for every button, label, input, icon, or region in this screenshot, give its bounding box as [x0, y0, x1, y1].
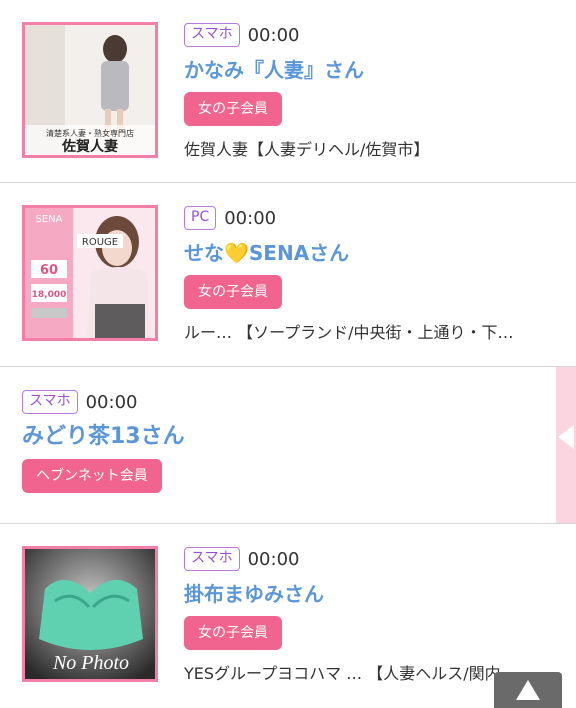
- svg-text:18,000: 18,000: [32, 290, 67, 300]
- svg-text:No Photo: No Photo: [52, 652, 129, 674]
- svg-text:SENA: SENA: [36, 214, 63, 225]
- timestamp: 00:00: [247, 548, 300, 570]
- shop-info: 佐賀人妻【人妻デリヘル/佐賀市】: [184, 140, 430, 159]
- member-badge: 女の子会員: [184, 275, 282, 309]
- device-badge: スマホ: [184, 23, 240, 47]
- arrow-up-icon: [516, 680, 540, 700]
- profile-name-link[interactable]: せな💛SENAさん: [184, 239, 562, 267]
- list-item[interactable]: No Photo スマホ 00:00 掛布まゆみさん 女の子会員 YESグループ…: [0, 524, 576, 708]
- timestamp: 00:00: [224, 207, 277, 229]
- list-item[interactable]: 清楚系人妻・熟女専門店 佐賀人妻 スマホ 00:00 かなみ『人妻』さん 女の子…: [0, 0, 576, 183]
- scroll-to-top-button[interactable]: [494, 672, 562, 708]
- profile-name-link[interactable]: 掛布まゆみさん: [184, 580, 562, 608]
- timestamp: 00:00: [247, 24, 300, 46]
- profile-thumbnail[interactable]: No Photo: [22, 546, 158, 682]
- svg-text:ROUGE: ROUGE: [82, 237, 118, 248]
- list-item[interactable]: SENA 60 18,000 ROUGE PC 00:00 せな💛SENAさん …: [0, 183, 576, 367]
- device-badge: スマホ: [22, 390, 78, 414]
- member-badge: 女の子会員: [184, 92, 282, 126]
- profile-name-link[interactable]: みどり茶13さん: [22, 423, 562, 451]
- shop-info: ルー… 【ソープランド/中央街・上通り・下…: [184, 323, 514, 342]
- profile-photo: No Photo: [25, 549, 155, 679]
- svg-text:60: 60: [40, 263, 58, 278]
- profile-photo: 清楚系人妻・熟女専門店 佐賀人妻: [25, 25, 155, 155]
- device-badge: PC: [184, 206, 217, 230]
- svg-text:佐賀人妻: 佐賀人妻: [61, 138, 118, 155]
- profile-thumbnail[interactable]: 清楚系人妻・熟女専門店 佐賀人妻: [22, 22, 158, 158]
- list-item[interactable]: スマホ 00:00 みどり茶13さん ヘブンネット会員: [0, 367, 576, 524]
- member-badge: ヘブンネット会員: [22, 459, 162, 493]
- svg-text:清楚系人妻・熟女専門店: 清楚系人妻・熟女専門店: [46, 128, 134, 138]
- device-badge: スマホ: [184, 547, 240, 571]
- side-tab[interactable]: [556, 367, 576, 523]
- member-badge: 女の子会員: [184, 616, 282, 650]
- profile-name-link[interactable]: かなみ『人妻』さん: [184, 56, 562, 84]
- timestamp: 00:00: [85, 391, 138, 413]
- profile-photo: SENA 60 18,000 ROUGE: [25, 208, 155, 338]
- chevron-left-icon: [558, 425, 574, 449]
- profile-thumbnail[interactable]: SENA 60 18,000 ROUGE: [22, 205, 158, 341]
